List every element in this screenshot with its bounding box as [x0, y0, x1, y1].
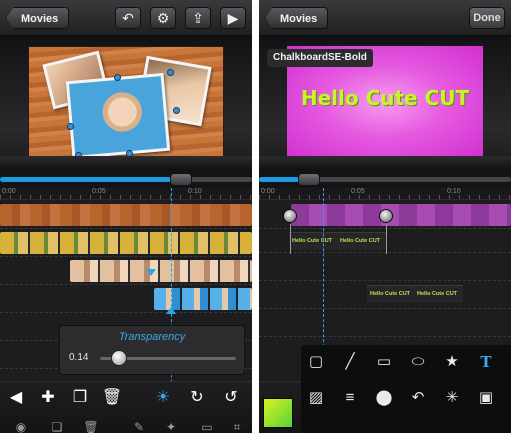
edit-icon[interactable]: ◉ — [10, 416, 32, 433]
stage-floor — [259, 156, 511, 170]
done-button[interactable]: Done — [469, 7, 505, 29]
clip-background[interactable] — [291, 204, 511, 226]
track-text-1: Hello Cute CUT Hello Cute CUT — [259, 229, 511, 253]
layers-icon[interactable]: ❏ — [46, 416, 68, 433]
top-bar: Movies ↶ ⚙ ⇪ ▶ — [0, 0, 252, 36]
selection-handle[interactable] — [67, 123, 74, 130]
time-label: 0:00 — [2, 188, 16, 195]
clip-text-label: Hello Cute CUT — [292, 238, 333, 244]
play-icon[interactable]: ▶ — [220, 7, 246, 29]
rectangle-icon[interactable]: ▭ — [371, 349, 397, 375]
save-icon[interactable]: ▣ — [473, 385, 499, 411]
video-preview[interactable] — [28, 46, 224, 160]
stage-floor — [0, 156, 252, 170]
redo-icon[interactable]: ↻ — [186, 387, 208, 409]
transparency-slider-thumb[interactable] — [111, 350, 128, 366]
time-label: 0:10 — [447, 188, 461, 195]
add-icon[interactable]: ✚ — [37, 387, 59, 409]
track-photo-1 — [0, 257, 252, 285]
preview-text[interactable]: Hello Cute CUT — [287, 86, 483, 110]
clip-video[interactable] — [0, 232, 252, 254]
copy-icon[interactable]: ❐ — [69, 387, 91, 409]
time-label: 0:05 — [92, 188, 106, 195]
phone-screen-right: Movies Done Hello Cute CUT ChalkboardSE-… — [259, 0, 511, 433]
pen-icon[interactable]: ✎ — [128, 416, 150, 433]
clip-text[interactable]: Hello Cute CUT Hello Cute CUT — [289, 232, 387, 250]
clip-end-marker[interactable] — [166, 307, 176, 314]
delete-icon[interactable]: 🗑 — [80, 416, 102, 433]
share-icon[interactable]: ⇪ — [185, 7, 211, 29]
preview-stage — [0, 36, 252, 170]
time-label: 0:10 — [188, 188, 202, 195]
gear-icon[interactable]: ⚙ — [150, 7, 176, 29]
clip-text-label: Hello Cute CUT — [370, 291, 411, 297]
clip-photo-kid[interactable] — [70, 260, 252, 282]
trim-line — [290, 224, 291, 254]
ruler-ticks — [0, 195, 252, 199]
arrow-left-icon[interactable]: ◀ — [5, 387, 27, 409]
clip-trim-handle-left[interactable] — [283, 209, 297, 223]
frame-icon[interactable]: ▭ — [196, 416, 218, 433]
selection-handle[interactable] — [167, 69, 174, 76]
scrubber-knob[interactable] — [170, 173, 193, 186]
sparkle-icon[interactable]: ✳ — [439, 385, 465, 411]
popover-title: Transparency — [118, 331, 186, 343]
time-label: 0:05 — [351, 188, 365, 195]
top-bar: Movies Done — [259, 0, 511, 36]
lines-icon[interactable]: ≡ — [337, 385, 363, 411]
transparency-popover: Transparency 0.14 — [59, 325, 245, 375]
track-text-2: Hello Cute CUT Hello Cute CUT — [259, 281, 511, 309]
playback-scrubber[interactable] — [0, 170, 252, 188]
undo-icon[interactable]: ↶ — [405, 385, 431, 411]
trash-icon[interactable]: 🗑 — [101, 387, 123, 409]
undo-icon[interactable]: ↶ — [115, 7, 141, 29]
playback-scrubber[interactable] — [259, 170, 511, 188]
image-icon[interactable]: ▨ — [303, 385, 329, 411]
trim-line — [386, 224, 387, 254]
time-label: 0:00 — [261, 188, 275, 195]
time-ruler: 0:00 0:05 0:10 — [0, 188, 252, 200]
star-icon[interactable]: ★ — [439, 349, 465, 375]
time-ruler: 0:00 0:05 0:10 — [259, 188, 511, 200]
movies-back-button[interactable]: Movies — [265, 7, 329, 29]
clip-text[interactable]: Hello Cute CUT Hello Cute CUT — [367, 285, 463, 303]
clip-wood-background[interactable] — [0, 204, 252, 226]
preview-stage: Hello Cute CUT ChalkboardSE-Bold — [259, 36, 511, 170]
ruler-ticks — [259, 195, 511, 199]
clip-text-label: Hello Cute CUT — [417, 291, 458, 297]
ellipse-icon[interactable]: ⬭ — [405, 349, 431, 375]
movies-back-button[interactable]: Movies — [6, 7, 70, 29]
scrubber-knob[interactable] — [298, 173, 321, 186]
text-icon[interactable]: T — [473, 349, 499, 375]
line-icon[interactable]: ╱ — [337, 349, 363, 375]
brightness-icon[interactable]: ☀ — [152, 387, 174, 409]
selection-handle[interactable] — [173, 107, 180, 114]
track-photo-2 — [0, 285, 252, 313]
color-swatch[interactable] — [263, 398, 293, 428]
crop-icon[interactable]: ⌗ — [226, 416, 248, 433]
scrubber-track — [0, 177, 252, 182]
clip-text-label: Hello Cute CUT — [340, 238, 381, 244]
effects-icon[interactable]: ✦ — [160, 416, 182, 433]
clip-trim-handle-right[interactable] — [379, 209, 393, 223]
transparency-value: 0.14 — [69, 352, 89, 363]
rounded-rect-icon[interactable]: ▢ — [303, 349, 329, 375]
selection-handle[interactable] — [114, 74, 121, 81]
shape-palette: ▢ ╱ ▭ ⬭ ★ T ▨ ≡ ⬤ ↶ ✳ ▣ — [301, 345, 511, 433]
blend-icon[interactable]: ⬤ — [371, 385, 397, 411]
photo-kid-pool[interactable] — [65, 72, 171, 160]
rotate-icon[interactable]: ↺ — [220, 387, 242, 409]
bottom-toolbar: ◀ ✚ ❐ 🗑 ☀ ↻ ↺ ◉ ❏ 🗑 ✎ ✦ ▭ ⌗ — [0, 381, 252, 433]
track-video — [0, 229, 252, 257]
clip-start-marker[interactable] — [146, 269, 156, 276]
scrubber-track — [259, 177, 511, 182]
track-empty — [259, 253, 511, 281]
phone-screen-left: Movies ↶ ⚙ ⇪ ▶ 0:00 0:05 0:10 Transparen… — [0, 0, 252, 433]
scrubber-progress — [0, 177, 182, 182]
track-empty — [259, 309, 511, 337]
track-background — [0, 201, 252, 229]
font-name-label: ChalkboardSE-Bold — [267, 49, 373, 67]
